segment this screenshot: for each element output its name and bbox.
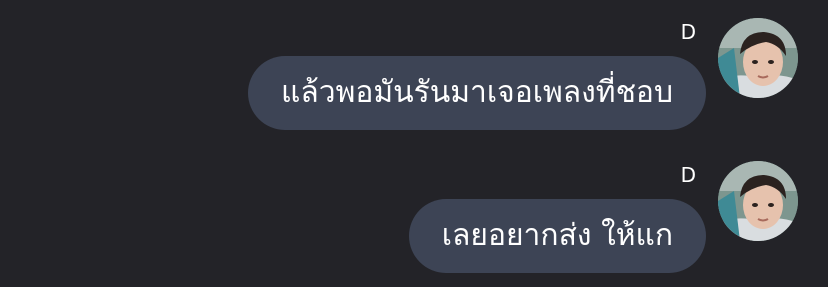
user-avatar[interactable] xyxy=(718,161,798,241)
message-bubble[interactable]: แล้วพอมันรันมาเจอเพลงที่ชอบ xyxy=(248,56,706,130)
chat-thread: D แล้วพอมันรันมาเจอเพลงที่ชอบ D เลยอยากส… xyxy=(0,0,828,287)
message-bubble[interactable]: เลยอยากส่ง ให้แก xyxy=(408,199,706,273)
user-photo-avatar-icon xyxy=(718,18,798,98)
sender-name: D xyxy=(680,163,696,187)
user-photo-avatar-icon xyxy=(718,161,798,241)
user-avatar[interactable] xyxy=(718,18,798,98)
sender-name: D xyxy=(680,20,696,44)
